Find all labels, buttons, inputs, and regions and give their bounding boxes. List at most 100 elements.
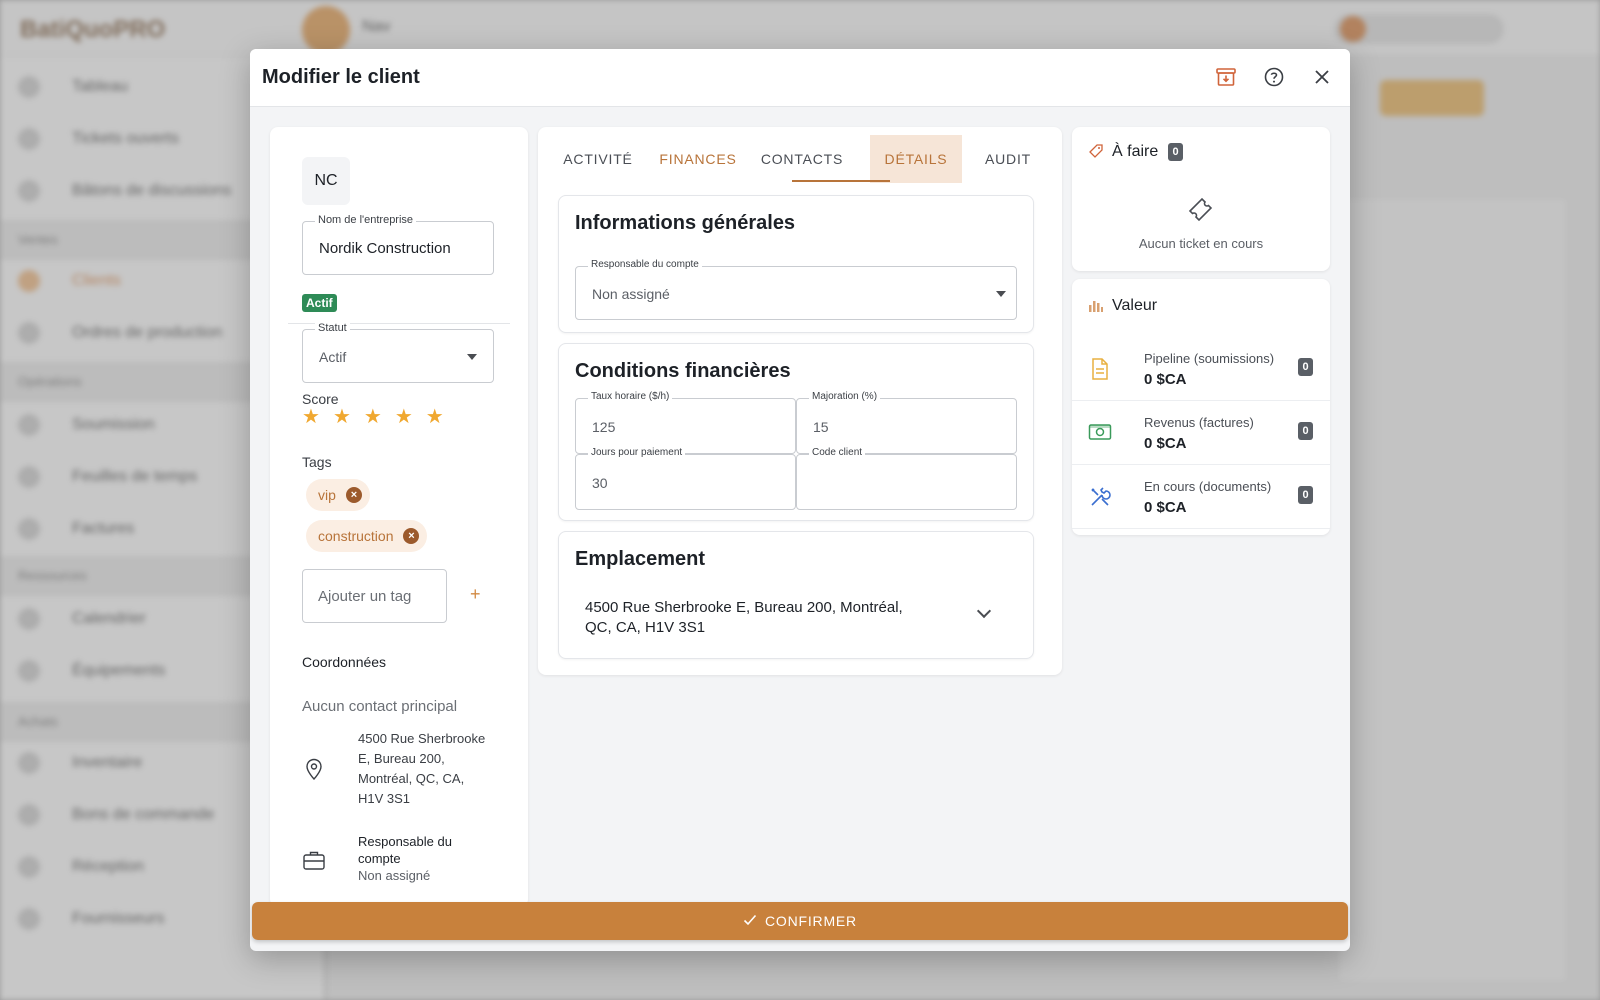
- value-title: Valeur: [1112, 297, 1158, 314]
- todo-empty-text: Aucun ticket en cours: [1138, 236, 1264, 251]
- confirm-button[interactable]: CONFIRMER: [252, 902, 1348, 940]
- tag-icon: [1088, 143, 1104, 164]
- value-row-amount: 0 $CA: [1144, 499, 1187, 516]
- chevron-down-icon[interactable]: [976, 603, 992, 619]
- ticket-icon: [1184, 193, 1216, 230]
- star-icon[interactable]: ★: [333, 407, 351, 427]
- modal-title: Modifier le client: [262, 66, 420, 88]
- payment-days-field[interactable]: Jours pour paiement 30: [575, 447, 796, 510]
- no-contact-text: Aucun contact principal: [302, 698, 458, 715]
- status-select[interactable]: Statut Actif: [302, 322, 494, 383]
- details-card: ACTIVITÉ FINANCES CONTACTS DÉTAILS AUDIT…: [538, 127, 1062, 675]
- add-tag-input[interactable]: Ajouter un tag: [302, 569, 447, 623]
- tab-audit[interactable]: AUDIT: [970, 135, 1046, 183]
- money-icon: [1088, 422, 1112, 447]
- todo-card: À faire 0 Aucun ticket en cours: [1072, 127, 1330, 271]
- status-badge: Actif: [302, 294, 337, 312]
- address-line: 4500 Rue Sherbrooke: [358, 731, 486, 746]
- value-row-label: Revenus (factures): [1144, 415, 1254, 430]
- value-row-in-progress[interactable]: En cours (documents) 0 $CA 0: [1072, 465, 1330, 529]
- value-row-pipeline[interactable]: Pipeline (soumissions) 0 $CA 0: [1072, 337, 1330, 401]
- hourly-rate-label: Taux horaire ($/h): [588, 391, 673, 402]
- bg-user-avatar: [1340, 16, 1366, 42]
- value-row-label: En cours (documents): [1144, 479, 1272, 494]
- value-row-revenue[interactable]: Revenus (factures) 0 $CA 0: [1072, 401, 1330, 465]
- tab-activite[interactable]: ACTIVITÉ: [550, 135, 646, 183]
- modal-body: NC Nom de l'entreprise Nordik Constructi…: [250, 107, 1350, 943]
- close-icon[interactable]: [1310, 65, 1334, 89]
- financial-conditions-section: Conditions financières Taux horaire ($/h…: [558, 343, 1034, 521]
- address-line: E, Bureau 200,: [358, 751, 445, 766]
- value-row-amount: 0 $CA: [1144, 435, 1187, 452]
- star-icon[interactable]: ★: [302, 407, 320, 427]
- account-manager-label: Responsable du compte Non assigné: [358, 833, 452, 884]
- bar-chart-icon: [1088, 297, 1104, 318]
- client-summary-card: NC Nom de l'entreprise Nordik Constructi…: [270, 127, 528, 907]
- bg-action-button: [1380, 80, 1484, 116]
- tag-label: vip: [318, 487, 336, 503]
- markup-field[interactable]: Majoration (%) 15: [796, 391, 1017, 454]
- tag-label: construction: [318, 528, 394, 544]
- remove-tag-icon[interactable]: ×: [345, 487, 362, 503]
- account-manager-select-value: Non assigné: [592, 286, 670, 302]
- value-row-count: 0: [1298, 358, 1313, 376]
- location-title: Emplacement: [575, 548, 706, 570]
- status-value: Actif: [319, 349, 347, 365]
- address-line: Montréal, QC, CA,: [358, 771, 465, 786]
- todo-count-badge: 0: [1168, 143, 1183, 161]
- location-address[interactable]: 4500 Rue Sherbrooke E, Bureau 200, Montr…: [585, 598, 945, 638]
- markup-label: Majoration (%): [809, 391, 881, 402]
- markup-value[interactable]: 15: [813, 419, 829, 435]
- account-manager-select[interactable]: Responsable du compte Non assigné: [575, 259, 1017, 320]
- hourly-rate-value[interactable]: 125: [592, 419, 615, 435]
- company-name-field[interactable]: Nom de l'entreprise Nordik Construction: [302, 214, 494, 275]
- financial-conditions-title: Conditions financières: [575, 360, 791, 382]
- payment-days-value[interactable]: 30: [592, 475, 608, 491]
- edit-client-modal: Modifier le client NC Nom de l'entrepris…: [250, 49, 1350, 951]
- client-address: 4500 Rue Sherbrooke E, Bureau 200, Montr…: [358, 729, 485, 809]
- payment-days-label: Jours pour paiement: [588, 447, 686, 458]
- tab-contacts[interactable]: CONTACTS: [750, 135, 854, 183]
- value-row-amount: 0 $CA: [1144, 371, 1187, 388]
- score-label: Score: [302, 391, 339, 407]
- tags-label: Tags: [302, 454, 332, 470]
- general-info-title: Informations générales: [575, 212, 796, 234]
- bg-topbar: BatiQuoPRO Nav: [0, 0, 1600, 56]
- add-tag-placeholder: Ajouter un tag: [318, 588, 412, 605]
- document-icon: [1090, 357, 1110, 386]
- hourly-rate-field[interactable]: Taux horaire ($/h) 125: [575, 391, 796, 454]
- client-code-label: Code client: [809, 447, 866, 458]
- coordinates-heading: Coordonnées: [302, 654, 387, 670]
- account-manager-select-label: Responsable du compte: [588, 259, 702, 270]
- bg-top-text: Nav: [362, 18, 391, 35]
- briefcase-icon: [302, 849, 326, 876]
- location-address-line: 4500 Rue Sherbrooke E, Bureau 200, Montr…: [585, 599, 903, 616]
- star-icon[interactable]: ★: [426, 407, 444, 427]
- bg-company-avatar: [302, 6, 350, 54]
- tools-icon: [1088, 485, 1112, 514]
- check-icon: [743, 913, 757, 929]
- star-icon[interactable]: ★: [364, 407, 382, 427]
- active-tab-indicator: [792, 180, 890, 182]
- tag-chip-vip: vip ×: [306, 479, 370, 511]
- general-info-section: Informations générales Responsable du co…: [558, 195, 1034, 333]
- tab-finances[interactable]: FINANCES: [648, 135, 748, 183]
- value-card: Valeur Pipeline (soumissions) 0 $CA 0 Re…: [1072, 279, 1330, 535]
- value-row-label: Pipeline (soumissions): [1144, 351, 1275, 366]
- remove-tag-icon[interactable]: ×: [403, 528, 420, 544]
- client-initials-avatar: NC: [302, 157, 350, 205]
- tag-chip-construction: construction ×: [306, 520, 428, 552]
- address-line: H1V 3S1: [358, 791, 411, 806]
- add-tag-button[interactable]: +: [470, 584, 481, 605]
- bg-table-panel: [1340, 200, 1565, 980]
- star-icon[interactable]: ★: [395, 407, 413, 427]
- caret-down-icon: [996, 291, 1006, 297]
- tab-details[interactable]: DÉTAILS: [870, 135, 962, 183]
- help-icon[interactable]: [1262, 65, 1286, 89]
- tab-bar: ACTIVITÉ FINANCES CONTACTS DÉTAILS AUDIT: [550, 135, 1050, 183]
- company-name-value[interactable]: Nordik Construction: [319, 240, 451, 257]
- archive-icon[interactable]: [1214, 65, 1238, 89]
- confirm-label: CONFIRMER: [765, 913, 857, 929]
- client-code-field[interactable]: Code client: [796, 447, 1017, 510]
- score-stars[interactable]: ★ ★ ★ ★ ★: [302, 407, 444, 427]
